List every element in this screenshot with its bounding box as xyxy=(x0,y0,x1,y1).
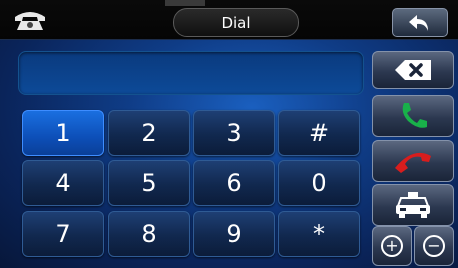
red-phone-icon xyxy=(395,152,431,173)
key-label: 7 xyxy=(55,220,71,248)
key-7[interactable]: 7 xyxy=(22,211,104,257)
key-8[interactable]: 8 xyxy=(108,211,190,257)
taxi-button[interactable] xyxy=(372,184,454,226)
key-5[interactable]: 5 xyxy=(108,160,190,206)
key-4[interactable]: 4 xyxy=(22,160,104,206)
key-6[interactable]: 6 xyxy=(193,160,275,206)
key-label: 3 xyxy=(226,119,242,147)
zoom-out-button[interactable]: − xyxy=(414,226,454,266)
call-button[interactable] xyxy=(372,95,454,137)
backspace-button[interactable] xyxy=(372,51,454,89)
number-display xyxy=(18,51,364,95)
zoom-in-button[interactable]: + xyxy=(372,226,412,266)
key-3[interactable]: 3 xyxy=(193,110,275,156)
key-label: 8 xyxy=(141,220,157,248)
undo-arrow-icon xyxy=(409,14,428,31)
key-hash[interactable]: # xyxy=(278,110,360,156)
backspace-x-icon xyxy=(395,60,431,80)
key-label: 9 xyxy=(226,220,242,248)
key-label: 2 xyxy=(141,119,157,147)
key-9[interactable]: 9 xyxy=(193,211,275,257)
back-button[interactable] xyxy=(392,8,448,37)
key-2[interactable]: 2 xyxy=(108,110,190,156)
hangup-button[interactable] xyxy=(372,140,454,182)
taxi-car-icon xyxy=(396,192,430,218)
plus-circle-icon: + xyxy=(381,235,403,257)
key-0[interactable]: 0 xyxy=(278,160,360,206)
top-bar: Dial xyxy=(0,0,458,40)
key-label: 0 xyxy=(311,169,327,197)
key-1[interactable]: 1 xyxy=(22,110,104,156)
minus-circle-icon: − xyxy=(423,235,445,257)
top-notch xyxy=(165,0,205,6)
telephone-icon[interactable] xyxy=(10,7,50,33)
key-label: 1 xyxy=(55,119,71,147)
key-label: * xyxy=(313,220,325,248)
green-phone-icon xyxy=(402,103,427,128)
key-label: 4 xyxy=(55,169,71,197)
key-label: 6 xyxy=(226,169,242,197)
key-label: # xyxy=(308,119,330,147)
key-label: 5 xyxy=(141,169,157,197)
dial-screen: Dial 1 2 3 # 4 5 6 0 7 8 9 * + − xyxy=(0,0,458,268)
key-star[interactable]: * xyxy=(278,211,360,257)
screen-title: Dial xyxy=(173,8,299,37)
